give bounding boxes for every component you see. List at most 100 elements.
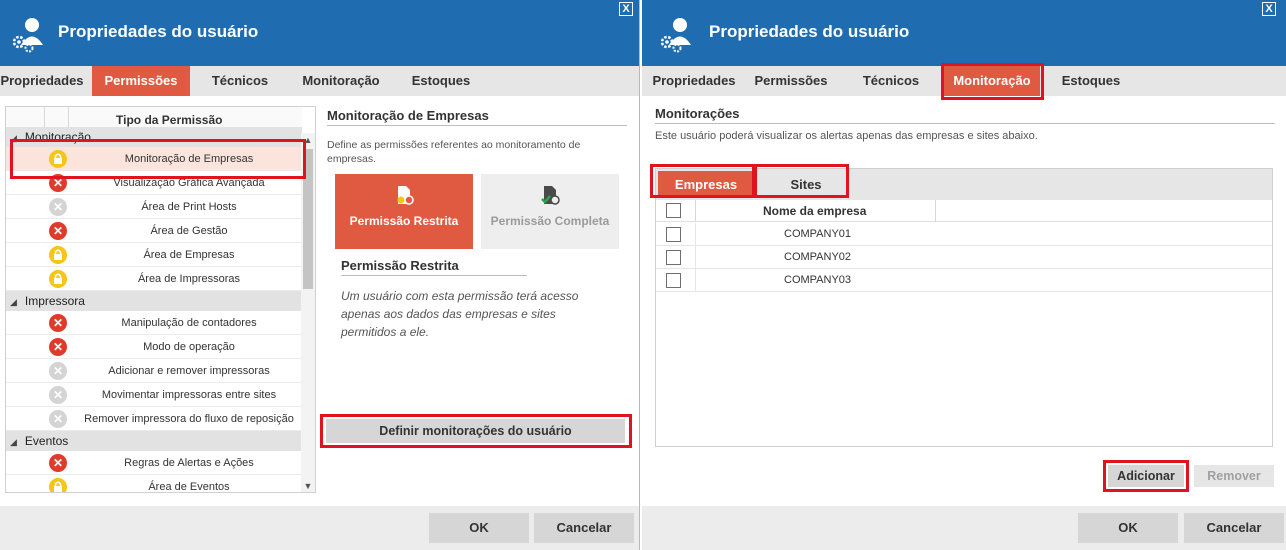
divider: [327, 125, 627, 126]
row-checkbox[interactable]: [666, 273, 681, 288]
tab-tecnicos[interactable]: Técnicos: [198, 66, 282, 96]
table-row[interactable]: COMPANY01: [656, 223, 1272, 246]
tab-monitoracao[interactable]: Monitoração: [290, 66, 392, 96]
collapse-triangle-icon[interactable]: ◢: [10, 437, 17, 447]
permission-row[interactable]: Área de Eventos: [6, 475, 302, 493]
scroll-down-icon[interactable]: ▼: [301, 479, 315, 492]
dialog-footer: OK Cancelar: [642, 506, 1286, 550]
tree-group-label: Monitoração: [24, 130, 91, 144]
tab-bar: Propriedades Permissões Técnicos Monitor…: [0, 66, 639, 96]
tree-group[interactable]: ◢ Impressora: [6, 291, 302, 311]
permission-row[interactable]: ✕ Área de Print Hosts: [6, 195, 302, 219]
denied-icon: ✕: [49, 314, 67, 332]
tab-empresas[interactable]: Empresas: [658, 171, 754, 198]
dialog-title: Propriedades do usuário: [58, 22, 259, 41]
tab-permissoes[interactable]: Permissões: [92, 66, 190, 96]
close-icon[interactable]: X: [1262, 2, 1276, 16]
permission-row[interactable]: Área de Impressoras: [6, 267, 302, 291]
tree-group[interactable]: ◢ Eventos: [6, 431, 302, 451]
permission-row[interactable]: ✕ Adicionar e remover impressoras: [6, 359, 302, 383]
cancel-button[interactable]: Cancelar: [534, 513, 634, 543]
ok-button[interactable]: OK: [1078, 513, 1178, 543]
full-document-icon: [541, 186, 560, 205]
tab-monitoracao[interactable]: Monitoração: [944, 66, 1040, 96]
scroll-thumb[interactable]: [303, 149, 313, 289]
full-permission-label: Permissão Completa: [490, 214, 610, 228]
permission-row[interactable]: ✕ Regras de Alertas e Ações: [6, 451, 302, 475]
close-icon[interactable]: X: [619, 2, 633, 16]
tree-group-label: Impressora: [24, 294, 85, 308]
collapse-triangle-icon[interactable]: ◢: [10, 297, 17, 307]
permission-label: Área de Eventos: [148, 481, 230, 493]
tree-scrollbar[interactable]: ▲ ▼: [301, 133, 315, 492]
define-monitoring-button[interactable]: Definir monitorações do usuário: [326, 419, 625, 443]
permission-label: Modo de operação: [143, 341, 235, 353]
title-bar: Propriedades do usuário X: [0, 0, 639, 66]
permission-row[interactable]: ✕ Remover impressora do fluxo de reposiçã…: [6, 407, 302, 431]
permission-label: Movimentar impressoras entre sites: [101, 389, 277, 401]
permission-label: Remover impressora do fluxo de reposição: [84, 413, 294, 425]
user-settings-icon: [12, 18, 43, 53]
permission-label: Monitoração de Empresas: [124, 153, 254, 165]
disabled-icon: ✕: [49, 410, 67, 428]
permission-label: Manipulação de contadores: [121, 317, 257, 329]
lock-icon: [49, 478, 67, 492]
tab-tecnicos[interactable]: Técnicos: [848, 66, 934, 96]
scroll-up-icon[interactable]: ▲: [301, 133, 315, 147]
collapse-triangle-icon[interactable]: ◢: [10, 133, 17, 143]
permission-row[interactable]: ✕ Área de Gestão: [6, 219, 302, 243]
permission-tree: Tipo da Permissão ◢ Monitoração Monitoraçã…: [5, 106, 316, 493]
permission-row[interactable]: Monitoração de Empresas: [6, 147, 302, 171]
section-title: Monitorações: [655, 106, 740, 121]
lock-icon: [49, 150, 67, 168]
permission-row[interactable]: Área de Empresas: [6, 243, 302, 267]
permission-row[interactable]: ✕ Modo de operação: [6, 335, 302, 359]
row-checkbox[interactable]: [666, 227, 681, 242]
user-properties-dialog-monitoring: Propriedades do usuário X Propriedades P…: [642, 0, 1286, 550]
tab-propriedades[interactable]: Propriedades: [0, 66, 84, 96]
tab-estoques[interactable]: Estoques: [400, 66, 482, 96]
restricted-permission-description: Um usuário com esta permissão terá acess…: [341, 289, 579, 339]
table-row[interactable]: COMPANY02: [656, 246, 1272, 269]
lock-icon: [49, 246, 67, 264]
divider: [655, 123, 1275, 124]
column-header-company-name: Nome da empresa: [763, 204, 867, 218]
tab-permissoes[interactable]: Permissões: [748, 66, 834, 96]
restricted-permission-title: Permissão Restrita: [341, 258, 459, 273]
permission-row[interactable]: ✕ Movimentar impressoras entre sites: [6, 383, 302, 407]
permission-label: Área de Gestão: [150, 225, 228, 237]
restricted-permission-card[interactable]: Permissão Restrita: [335, 174, 473, 249]
tab-estoques[interactable]: Estoques: [1050, 66, 1132, 96]
permission-label: Regras de Alertas e Ações: [124, 457, 254, 469]
company-name: COMPANY02: [784, 251, 852, 263]
grid-tab-bar: Empresas Sites: [656, 169, 1272, 200]
full-permission-card[interactable]: Permissão Completa: [481, 174, 619, 249]
divider: [341, 275, 527, 276]
dialog-title: Propriedades do usuário: [709, 22, 910, 41]
user-properties-dialog-permissions: Propriedades do usuário X Propriedades P…: [0, 0, 640, 550]
company-name: COMPANY01: [784, 228, 852, 240]
company-grid: Empresas Sites Nome da empresa COMPANY01…: [655, 168, 1273, 447]
permission-row[interactable]: ✕ Visualização Gráfica Avançada: [6, 171, 302, 195]
permission-label: Área de Empresas: [143, 249, 235, 261]
disabled-icon: ✕: [49, 198, 67, 216]
permission-label: Área de Impressoras: [137, 273, 241, 285]
add-button[interactable]: Adicionar: [1108, 465, 1184, 487]
table-row[interactable]: COMPANY03: [656, 269, 1272, 292]
permission-label: Adicionar e remover impressoras: [108, 365, 270, 377]
denied-icon: ✕: [49, 174, 67, 192]
tab-sites[interactable]: Sites: [760, 171, 852, 198]
cancel-button[interactable]: Cancelar: [1184, 513, 1284, 543]
tree-group[interactable]: ◢ Monitoração: [6, 127, 302, 147]
dialog-footer: OK Cancelar: [0, 506, 639, 550]
denied-icon: ✕: [49, 338, 67, 356]
tab-propriedades[interactable]: Propriedades: [646, 66, 742, 96]
permission-row[interactable]: ✕ Manipulação de contadores: [6, 311, 302, 335]
permission-label: Área de Print Hosts: [141, 201, 237, 213]
row-checkbox[interactable]: [666, 250, 681, 265]
remove-button[interactable]: Remover: [1194, 465, 1274, 487]
restricted-permission-label: Permissão Restrita: [349, 214, 459, 228]
ok-button[interactable]: OK: [429, 513, 529, 543]
detail-title: Monitoração de Empresas: [327, 108, 489, 123]
select-all-checkbox[interactable]: [666, 203, 681, 218]
